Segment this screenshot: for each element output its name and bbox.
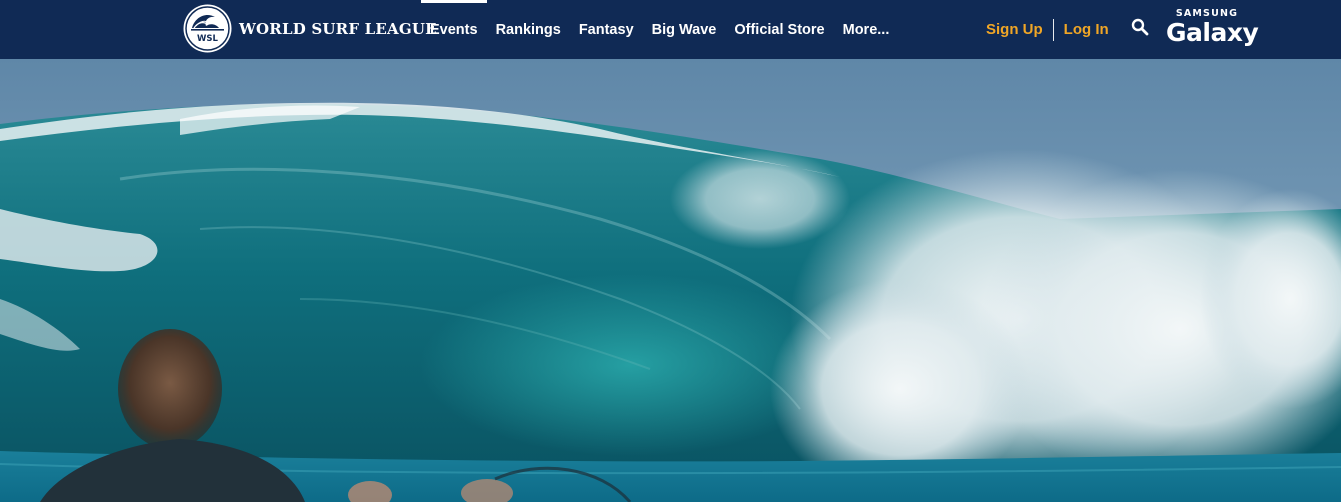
sign-up-link[interactable]: Sign Up xyxy=(986,21,1043,38)
samsung-galaxy-sponsor-logo[interactable]: SAMSUNG Galaxy xyxy=(1166,8,1259,52)
nav-item-more[interactable]: More... xyxy=(834,0,899,59)
nav-item-big-wave[interactable]: Big Wave xyxy=(643,0,726,59)
auth-divider xyxy=(1052,18,1054,41)
top-navigation-bar: WSL WORLD SURF LEAGUE Events Rankings Fa… xyxy=(0,0,1341,59)
main-navigation: Events Rankings Fantasy Big Wave Officia… xyxy=(421,0,898,59)
logo-text: WSL xyxy=(197,34,218,44)
search-icon[interactable] xyxy=(1131,18,1149,36)
auth-links: Sign Up Log In xyxy=(986,0,1109,59)
nav-item-fantasy[interactable]: Fantasy xyxy=(570,0,643,59)
nav-item-rankings[interactable]: Rankings xyxy=(487,0,570,59)
nav-item-events[interactable]: Events xyxy=(421,0,487,59)
sponsor-bottom-text: Galaxy xyxy=(1166,18,1259,47)
wsl-home-link[interactable]: WSL WORLD SURF LEAGUE xyxy=(182,3,437,54)
brand-name: WORLD SURF LEAGUE xyxy=(239,19,437,38)
log-in-link[interactable]: Log In xyxy=(1064,21,1109,38)
hero-image xyxy=(0,59,1341,502)
wsl-logo-icon: WSL xyxy=(183,4,232,53)
nav-item-official-store[interactable]: Official Store xyxy=(725,0,833,59)
wave-photo xyxy=(0,59,1341,502)
